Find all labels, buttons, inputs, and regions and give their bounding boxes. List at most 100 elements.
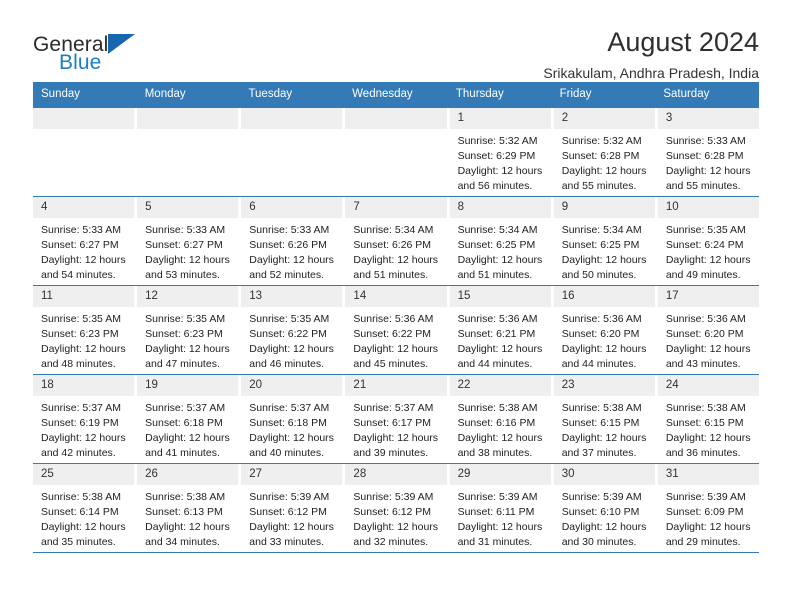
day-details: Sunrise: 5:33 AM Sunset: 6:27 PM Dayligh… xyxy=(137,218,238,283)
week-row: 11 Sunrise: 5:35 AM Sunset: 6:23 PM Dayl… xyxy=(33,285,759,375)
daylight-text-line1: Daylight: 12 hours xyxy=(457,164,543,177)
daylight-text-line2: and 39 minutes. xyxy=(353,446,429,459)
day-cell[interactable] xyxy=(241,107,346,196)
sunset-text: Sunset: 6:18 PM xyxy=(145,416,223,429)
day-cell[interactable]: 13 Sunrise: 5:35 AM Sunset: 6:22 PM Dayl… xyxy=(241,285,346,374)
day-number: 26 xyxy=(137,463,239,485)
day-number: 4 xyxy=(33,196,135,218)
day-cell[interactable]: 21 Sunrise: 5:37 AM Sunset: 6:17 PM Dayl… xyxy=(345,374,450,463)
day-cell[interactable]: 28 Sunrise: 5:39 AM Sunset: 6:12 PM Dayl… xyxy=(345,463,450,552)
sunrise-text: Sunrise: 5:39 AM xyxy=(561,490,642,503)
day-details: Sunrise: 5:39 AM Sunset: 6:11 PM Dayligh… xyxy=(450,485,551,550)
day-cell[interactable]: 1 Sunrise: 5:32 AM Sunset: 6:29 PM Dayli… xyxy=(449,107,554,196)
weekday-friday: Friday xyxy=(559,88,592,100)
day-cell[interactable]: 3 Sunrise: 5:33 AM Sunset: 6:28 PM Dayli… xyxy=(657,107,759,196)
day-number: 10 xyxy=(657,196,759,218)
day-cell[interactable]: 7 Sunrise: 5:34 AM Sunset: 6:26 PM Dayli… xyxy=(345,196,450,285)
day-cell[interactable]: 29 Sunrise: 5:39 AM Sunset: 6:11 PM Dayl… xyxy=(449,463,554,552)
day-cell[interactable]: 24 Sunrise: 5:38 AM Sunset: 6:15 PM Dayl… xyxy=(657,374,759,463)
day-cell[interactable]: 17 Sunrise: 5:36 AM Sunset: 6:20 PM Dayl… xyxy=(657,285,759,374)
sunset-text: Sunset: 6:22 PM xyxy=(353,327,432,340)
day-cell[interactable]: 9 Sunrise: 5:34 AM Sunset: 6:25 PM Dayli… xyxy=(553,196,658,285)
sunrise-text: Sunrise: 5:32 AM xyxy=(457,134,538,147)
sunset-text: Sunset: 6:23 PM xyxy=(41,327,119,340)
day-cell[interactable]: 2 Sunrise: 5:32 AM Sunset: 6:28 PM Dayli… xyxy=(553,107,658,196)
daylight-text-line1: Daylight: 12 hours xyxy=(41,253,126,266)
page-subtitle-location: Srikakulam, Andhra Pradesh, India xyxy=(543,65,759,82)
daylight-text-line2: and 55 minutes. xyxy=(665,179,741,192)
daylight-text-line1: Daylight: 12 hours xyxy=(665,253,751,266)
sunrise-text: Sunrise: 5:35 AM xyxy=(249,312,330,325)
day-details: Sunrise: 5:36 AM Sunset: 6:22 PM Dayligh… xyxy=(345,307,446,372)
sunrise-text: Sunrise: 5:39 AM xyxy=(665,490,746,503)
day-number xyxy=(137,107,239,129)
day-details: Sunrise: 5:33 AM Sunset: 6:26 PM Dayligh… xyxy=(241,218,342,283)
daylight-text-line1: Daylight: 12 hours xyxy=(561,164,647,177)
week-row: 4 Sunrise: 5:33 AM Sunset: 6:27 PM Dayli… xyxy=(33,196,759,286)
day-cell[interactable] xyxy=(137,107,242,196)
daylight-text-line2: and 34 minutes. xyxy=(145,535,220,548)
day-cell[interactable]: 8 Sunrise: 5:34 AM Sunset: 6:25 PM Dayli… xyxy=(449,196,554,285)
sunrise-text: Sunrise: 5:38 AM xyxy=(665,401,746,414)
sunrise-text: Sunrise: 5:32 AM xyxy=(561,134,642,147)
day-cell[interactable]: 14 Sunrise: 5:36 AM Sunset: 6:22 PM Dayl… xyxy=(345,285,450,374)
triangle-icon xyxy=(108,34,135,54)
day-cell[interactable]: 12 Sunrise: 5:35 AM Sunset: 6:23 PM Dayl… xyxy=(137,285,242,374)
sunset-text: Sunset: 6:25 PM xyxy=(457,238,536,251)
day-details: Sunrise: 5:38 AM Sunset: 6:16 PM Dayligh… xyxy=(450,396,551,461)
sunrise-text: Sunrise: 5:35 AM xyxy=(41,312,121,325)
day-cell[interactable]: 15 Sunrise: 5:36 AM Sunset: 6:21 PM Dayl… xyxy=(449,285,554,374)
daylight-text-line1: Daylight: 12 hours xyxy=(457,342,543,355)
daylight-text-line1: Daylight: 12 hours xyxy=(665,431,751,444)
day-cell[interactable]: 4 Sunrise: 5:33 AM Sunset: 6:27 PM Dayli… xyxy=(33,196,138,285)
day-details: Sunrise: 5:38 AM Sunset: 6:13 PM Dayligh… xyxy=(137,485,238,550)
day-number: 31 xyxy=(657,463,759,485)
daylight-text-line2: and 36 minutes. xyxy=(665,446,741,459)
daylight-text-line2: and 37 minutes. xyxy=(561,446,637,459)
calendar-page: General Blue August 2024 Srikakulam, And… xyxy=(0,0,792,612)
daylight-text-line1: Daylight: 12 hours xyxy=(353,520,439,533)
day-cell[interactable] xyxy=(33,107,138,196)
daylight-text-line2: and 44 minutes. xyxy=(561,357,637,370)
day-number: 20 xyxy=(241,374,343,396)
daylight-text-line2: and 41 minutes. xyxy=(145,446,220,459)
day-cell[interactable]: 16 Sunrise: 5:36 AM Sunset: 6:20 PM Dayl… xyxy=(553,285,658,374)
day-cell[interactable]: 6 Sunrise: 5:33 AM Sunset: 6:26 PM Dayli… xyxy=(241,196,346,285)
day-details: Sunrise: 5:36 AM Sunset: 6:21 PM Dayligh… xyxy=(450,307,551,372)
day-cell[interactable] xyxy=(345,107,450,196)
day-cell[interactable]: 27 Sunrise: 5:39 AM Sunset: 6:12 PM Dayl… xyxy=(241,463,346,552)
sunrise-text: Sunrise: 5:39 AM xyxy=(249,490,330,503)
day-cell[interactable]: 18 Sunrise: 5:37 AM Sunset: 6:19 PM Dayl… xyxy=(33,374,138,463)
daylight-text-line2: and 51 minutes. xyxy=(457,268,533,281)
sunset-text: Sunset: 6:28 PM xyxy=(561,149,640,162)
day-number: 22 xyxy=(449,374,551,396)
day-cell[interactable]: 5 Sunrise: 5:33 AM Sunset: 6:27 PM Dayli… xyxy=(137,196,242,285)
day-number: 12 xyxy=(137,285,239,307)
daylight-text-line1: Daylight: 12 hours xyxy=(561,342,647,355)
day-cell[interactable]: 20 Sunrise: 5:37 AM Sunset: 6:18 PM Dayl… xyxy=(241,374,346,463)
sunrise-text: Sunrise: 5:35 AM xyxy=(665,223,746,236)
day-cell[interactable]: 26 Sunrise: 5:38 AM Sunset: 6:13 PM Dayl… xyxy=(137,463,242,552)
day-details: Sunrise: 5:34 AM Sunset: 6:25 PM Dayligh… xyxy=(450,218,551,283)
sunset-text: Sunset: 6:14 PM xyxy=(41,505,119,518)
day-details: Sunrise: 5:38 AM Sunset: 6:15 PM Dayligh… xyxy=(658,396,759,461)
day-details: Sunrise: 5:38 AM Sunset: 6:14 PM Dayligh… xyxy=(33,485,134,550)
day-cell[interactable]: 11 Sunrise: 5:35 AM Sunset: 6:23 PM Dayl… xyxy=(33,285,138,374)
daylight-text-line1: Daylight: 12 hours xyxy=(561,253,647,266)
sunset-text: Sunset: 6:15 PM xyxy=(561,416,640,429)
sunrise-text: Sunrise: 5:34 AM xyxy=(457,223,538,236)
sunset-text: Sunset: 6:22 PM xyxy=(249,327,327,340)
day-cell[interactable]: 22 Sunrise: 5:38 AM Sunset: 6:16 PM Dayl… xyxy=(449,374,554,463)
generalblue-logo[interactable]: General Blue xyxy=(33,28,153,73)
daylight-text-line1: Daylight: 12 hours xyxy=(41,342,126,355)
daylight-text-line2: and 42 minutes. xyxy=(41,446,116,459)
day-cell[interactable]: 10 Sunrise: 5:35 AM Sunset: 6:24 PM Dayl… xyxy=(657,196,759,285)
day-cell[interactable]: 30 Sunrise: 5:39 AM Sunset: 6:10 PM Dayl… xyxy=(553,463,658,552)
sunset-text: Sunset: 6:15 PM xyxy=(665,416,744,429)
day-number: 2 xyxy=(553,107,655,129)
day-cell[interactable]: 31 Sunrise: 5:39 AM Sunset: 6:09 PM Dayl… xyxy=(657,463,759,552)
sunrise-text: Sunrise: 5:39 AM xyxy=(457,490,538,503)
day-cell[interactable]: 25 Sunrise: 5:38 AM Sunset: 6:14 PM Dayl… xyxy=(33,463,138,552)
day-cell[interactable]: 19 Sunrise: 5:37 AM Sunset: 6:18 PM Dayl… xyxy=(137,374,242,463)
day-cell[interactable]: 23 Sunrise: 5:38 AM Sunset: 6:15 PM Dayl… xyxy=(553,374,658,463)
